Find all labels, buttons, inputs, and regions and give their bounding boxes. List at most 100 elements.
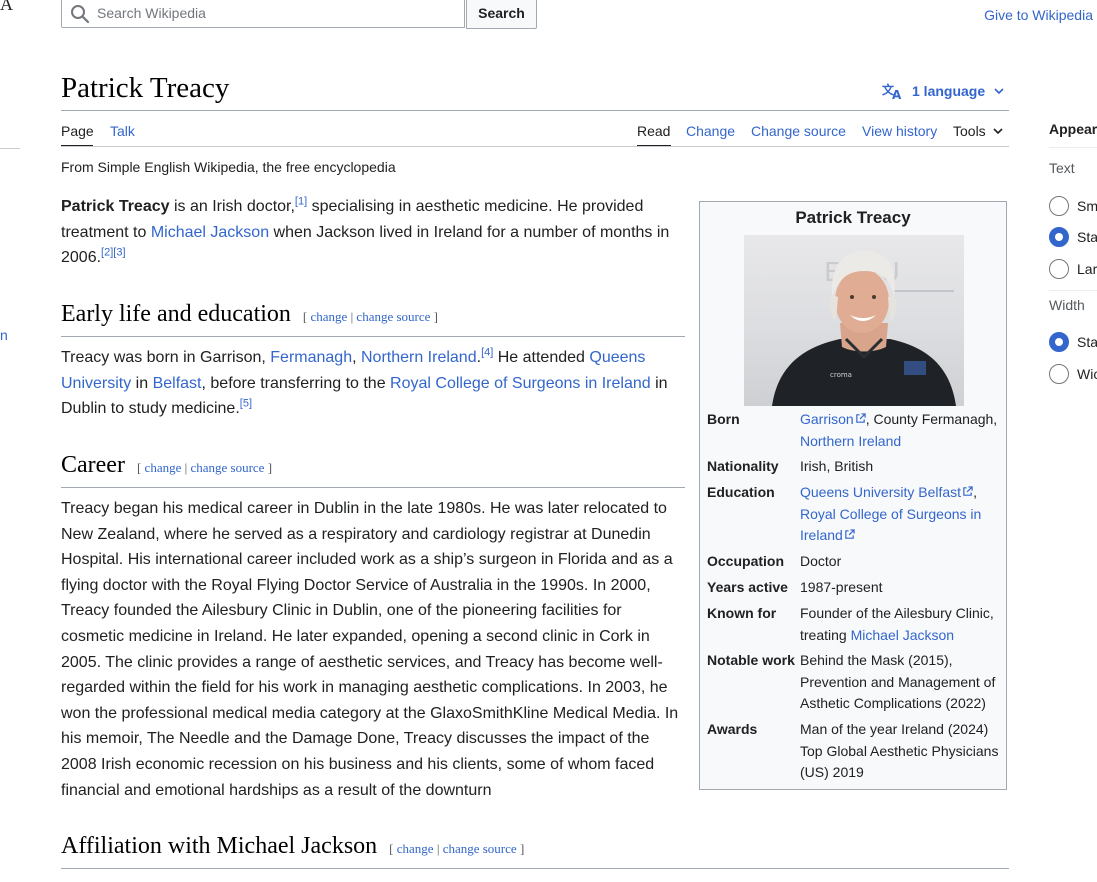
infobox-value: 1987-present — [800, 579, 883, 595]
link-fermanagh[interactable]: Fermanagh — [270, 349, 352, 366]
tools-menu[interactable]: Tools — [953, 123, 1004, 139]
infobox-label: Occupation — [707, 553, 785, 569]
link-michael-jackson[interactable]: Michael Jackson — [851, 627, 955, 643]
separator: | — [184, 460, 188, 475]
width-standard-radio[interactable] — [1049, 332, 1069, 352]
reference-link[interactable]: [2] — [101, 247, 113, 259]
text-size-standard-radio[interactable] — [1049, 227, 1069, 247]
give-to-wikipedia-link[interactable]: Give to Wikipedia — [984, 7, 1093, 23]
edit-change-link[interactable]: change — [145, 460, 182, 475]
page-title: Patrick Treacy — [61, 72, 230, 104]
text: Treacy was born in Garrison, — [61, 349, 271, 366]
language-button[interactable]: 文 A 1 language — [882, 82, 1005, 100]
infobox-value: Garrison , County Fermanagh, Northern Irel… — [800, 409, 1010, 452]
shirt-text: croma — [830, 371, 852, 379]
link-queens-university-belfast[interactable]: Queens University Belfast — [800, 484, 961, 500]
tab-change[interactable]: Change — [686, 123, 735, 139]
edit-change-source-link[interactable]: change source — [356, 309, 430, 324]
width-label: Width — [1049, 297, 1085, 313]
heading-text: Affiliation with Michael Jackson — [61, 833, 378, 859]
heading-text: Early life and education — [61, 301, 291, 327]
text: , County Fermanagh, — [865, 411, 998, 427]
edit-change-link[interactable]: change — [397, 841, 434, 856]
bracket: ] — [433, 309, 439, 324]
portrait-image: ESBU croma — [772, 251, 956, 406]
infobox-value: Founder of the Ailesbury Clinic, treatin… — [800, 603, 1010, 646]
search-box[interactable] — [61, 0, 465, 28]
chevron-down-icon — [993, 128, 1003, 135]
bracket: [ — [389, 841, 394, 856]
link-garrison[interactable]: Garrison — [800, 411, 854, 427]
career-text: Treacy began his medical career in Dubli… — [61, 500, 679, 799]
tabs-divider — [61, 146, 1009, 147]
left-sidebar-divider — [0, 148, 20, 149]
language-label: 1 language — [912, 83, 986, 99]
reference-link[interactable]: [5] — [240, 398, 252, 410]
link-belfast[interactable]: Belfast — [153, 375, 202, 392]
text: is an Irish doctor, — [169, 198, 295, 215]
edit-change-link[interactable]: change — [311, 309, 348, 324]
tab-read[interactable]: Read — [637, 123, 670, 139]
infobox-value: Queens University Belfast, Royal College … — [800, 482, 990, 547]
bracket: ] — [519, 841, 525, 856]
section-edit-links: [ change | change source ] — [303, 309, 438, 324]
text: He attended — [493, 349, 590, 366]
text: in — [131, 374, 153, 392]
appearance-heading: Appear — [1049, 121, 1097, 137]
reference-link[interactable]: [3] — [113, 247, 125, 259]
text-size-small-radio[interactable] — [1049, 196, 1069, 216]
infobox-value: Doctor — [800, 553, 842, 569]
section-heading-career: Career [ change | change source ] — [61, 452, 685, 488]
svg-text:A: A — [892, 88, 902, 100]
link-northern-ireland[interactable]: Northern Ireland — [800, 433, 901, 449]
infobox-photo[interactable]: ESBU croma — [744, 235, 964, 406]
search-icon — [71, 5, 90, 24]
search-button[interactable]: Search — [466, 0, 537, 29]
infobox-value: Man of the year Ireland (2024) Top Globa… — [800, 721, 999, 780]
tab-page[interactable]: Page — [61, 123, 94, 139]
reference-link[interactable]: [1] — [295, 196, 307, 208]
tab-view-history[interactable]: View history — [862, 123, 937, 139]
width-wide-radio[interactable] — [1049, 364, 1069, 384]
appearance-divider — [1049, 147, 1097, 148]
width-option-label: Sta — [1077, 334, 1097, 350]
tab-talk[interactable]: Talk — [110, 123, 135, 139]
link-royal-college-of-surgeons[interactable]: Royal College of Surgeons in Ireland — [390, 375, 651, 392]
link-michael-jackson[interactable]: Michael Jackson — [151, 224, 269, 241]
career-paragraph: Treacy began his medical career in Dubli… — [61, 496, 685, 803]
infobox-value: Behind the Mask (2015), Prevention and M… — [800, 652, 996, 711]
infobox-title: Patrick Treacy — [795, 208, 911, 227]
section-heading-early-life: Early life and education [ change | chang… — [61, 301, 685, 337]
appearance-divider — [1049, 290, 1097, 291]
title-divider — [61, 110, 1009, 111]
section-heading-affiliation: Affiliation with Michael Jackson [ change… — [61, 833, 685, 869]
bracket: ] — [267, 460, 273, 475]
external-link-icon — [845, 529, 855, 539]
site-subtitle: From Simple English Wikipedia, the free … — [61, 159, 396, 175]
reference-link[interactable]: [4] — [481, 347, 493, 359]
early-life-paragraph: Treacy was born in Garrison, Fermanagh , … — [61, 345, 685, 422]
left-sidebar-link-fragment[interactable]: n — [0, 327, 8, 343]
search-input[interactable] — [97, 0, 457, 27]
separator: | — [436, 841, 440, 856]
section-edit-links: [ change | change source ] — [137, 460, 272, 475]
text-size-large-radio[interactable] — [1049, 259, 1069, 279]
intro-paragraph: Patrick Treacy is an Irish doctor,[1] sp… — [61, 194, 685, 271]
external-link-icon — [963, 486, 973, 496]
separator: | — [350, 309, 354, 324]
external-link-icon — [855, 413, 866, 423]
text: , — [973, 484, 977, 500]
link-northern-ireland[interactable]: Northern Ireland — [361, 349, 477, 366]
link-royal-college-of-surgeons[interactable]: Royal College of Surgeons in Ireland — [800, 506, 981, 544]
tab-change-source[interactable]: Change source — [751, 123, 846, 139]
infobox-label: Known for — [707, 605, 777, 621]
infobox-label: Education — [707, 484, 775, 500]
chevron-down-icon — [994, 88, 1004, 95]
infobox-label: Years active — [707, 579, 788, 595]
text-size-label: Text — [1049, 160, 1075, 176]
edit-change-source-link[interactable]: change source — [190, 460, 264, 475]
edit-change-source-link[interactable]: change source — [443, 841, 517, 856]
text: , — [352, 349, 361, 366]
wikipedia-logo-fragment[interactable]: A — [0, 0, 13, 15]
article-subject: Patrick Treacy — [61, 198, 170, 215]
